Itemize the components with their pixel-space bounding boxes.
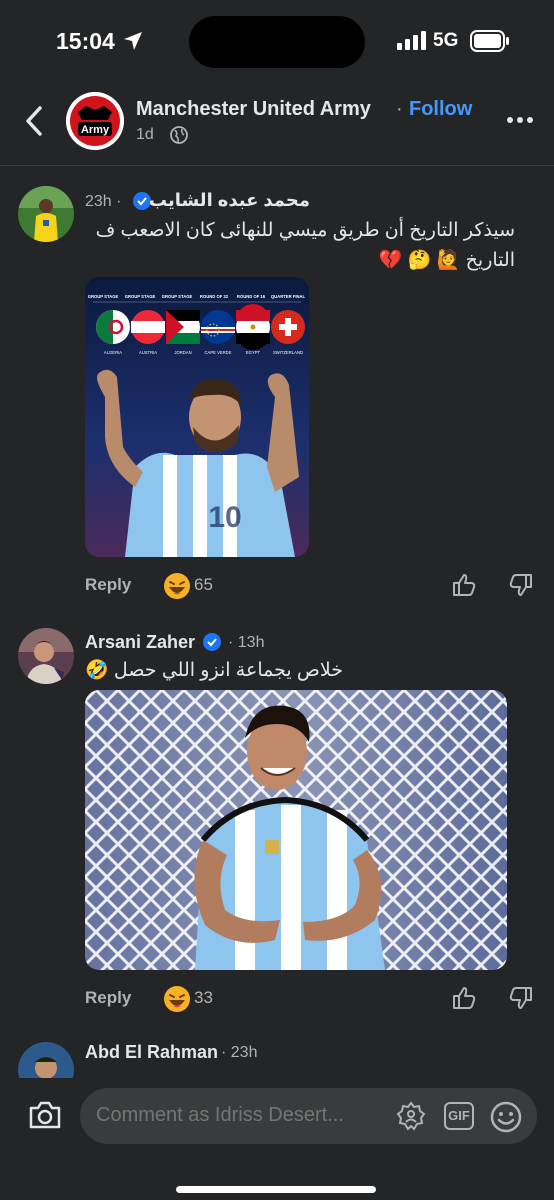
comment-author[interactable]: Arsani Zaher [85,632,195,653]
stage-label: GROUP STAGE [125,294,156,299]
flag-jordan [166,310,200,344]
messi-graphic: GROUP STAGE GROUP STAGE GROUP STAGE ROUN… [85,277,309,557]
verified-icon [203,633,221,651]
laugh-reaction-icon[interactable] [163,572,191,600]
flag-austria [131,310,165,344]
camera-icon[interactable] [28,1100,62,1130]
flag-algeria [96,310,130,344]
stage-label: GROUP STAGE [88,294,119,299]
post-header: Army Manchester United Army · Follow 1d [0,84,554,166]
comment-input-box[interactable]: GIF [80,1088,537,1144]
dislike-icon[interactable] [508,572,534,598]
dislike-icon[interactable] [508,985,534,1011]
comment-2: Arsani Zaher · 13h خلاص يجماعة انزو اللي… [0,614,554,1034]
gif-icon[interactable]: GIF [444,1102,474,1130]
back-icon[interactable] [20,104,48,138]
comment-text-line: التاريخ 🙋 🤔 💔 [378,250,515,271]
header-separator: · [396,98,403,120]
group-avatar-text: Army [81,124,110,136]
like-icon[interactable] [451,572,477,598]
dynamic-island [189,16,365,68]
avatar-sticker-icon[interactable] [396,1101,426,1131]
comment-actions: Reply 65 [0,572,554,602]
battery-icon [470,30,509,52]
avatar[interactable] [18,186,74,242]
enzo-photo [85,690,507,970]
comment-time: 23h · [85,193,122,210]
comment-author[interactable]: Abd El Rahman [85,1042,218,1063]
comment-time: · 23h [221,1044,258,1061]
globe-icon [170,126,188,144]
more-icon[interactable] [506,116,534,124]
post-time: 1d [136,126,154,143]
team-label: JORDAN [174,350,191,355]
comment-composer-bar: GIF [0,1078,554,1200]
reaction-count: 33 [194,988,213,1007]
like-icon[interactable] [451,985,477,1011]
group-avatar[interactable]: Army [66,92,124,150]
team-label: ALGERIA [104,350,122,355]
stage-label: QUARTER FINAL [271,294,306,299]
comment-image[interactable]: GROUP STAGE GROUP STAGE GROUP STAGE ROUN… [85,277,309,557]
emoji-icon[interactable] [490,1101,522,1133]
comment-text: سيذكر التاريخ أن طريق ميسي للنهائى كان ا… [85,216,515,276]
avatar[interactable] [18,1042,74,1078]
status-bar: 15:04 5G [0,0,554,84]
comment-input[interactable] [96,1104,386,1127]
comment-3: Abd El Rahman · 23h [0,1034,554,1078]
follow-button[interactable]: Follow [409,98,472,121]
comment-time: · 13h [228,634,265,651]
reply-button[interactable]: Reply [85,575,131,595]
stage-label: ROUND OF 16 [237,294,266,299]
stage-label: GROUP STAGE [162,294,193,299]
comment-text-line: سيذكر التاريخ أن طريق ميسي للنهائى كان ا… [95,220,515,241]
location-arrow-icon [124,32,142,50]
flag-egypt [236,304,270,350]
comment-actions: Reply 33 [0,985,554,1015]
svg-text:10: 10 [208,501,241,534]
avatar[interactable] [18,628,74,684]
team-label: AUSTRIA [139,350,157,355]
comment-1: 23h · محمد عبده الشايب سيذكر التاريخ أن … [0,166,554,614]
status-time: 15:04 [56,28,115,54]
stage-label: ROUND OF 32 [200,294,229,299]
comment-author[interactable]: محمد عبده الشايب [149,190,310,211]
home-indicator [176,1186,376,1193]
flag-cape-verde [201,310,235,344]
flag-switzerland [271,310,305,344]
team-label: EGYPT [246,350,261,355]
group-name[interactable]: Manchester United Army [136,98,371,121]
team-label: CAPE VERDE [205,350,232,355]
signal-icon [397,31,426,50]
comment-text: خلاص يجماعة انزو اللي حصل 🤣 [85,660,343,681]
network-type: 5G [433,30,459,51]
team-label: SWITZERLAND [273,350,303,355]
reply-button[interactable]: Reply [85,988,131,1008]
reaction-count: 65 [194,575,213,594]
laugh-reaction-icon[interactable] [163,985,191,1013]
comment-image[interactable] [85,690,507,970]
